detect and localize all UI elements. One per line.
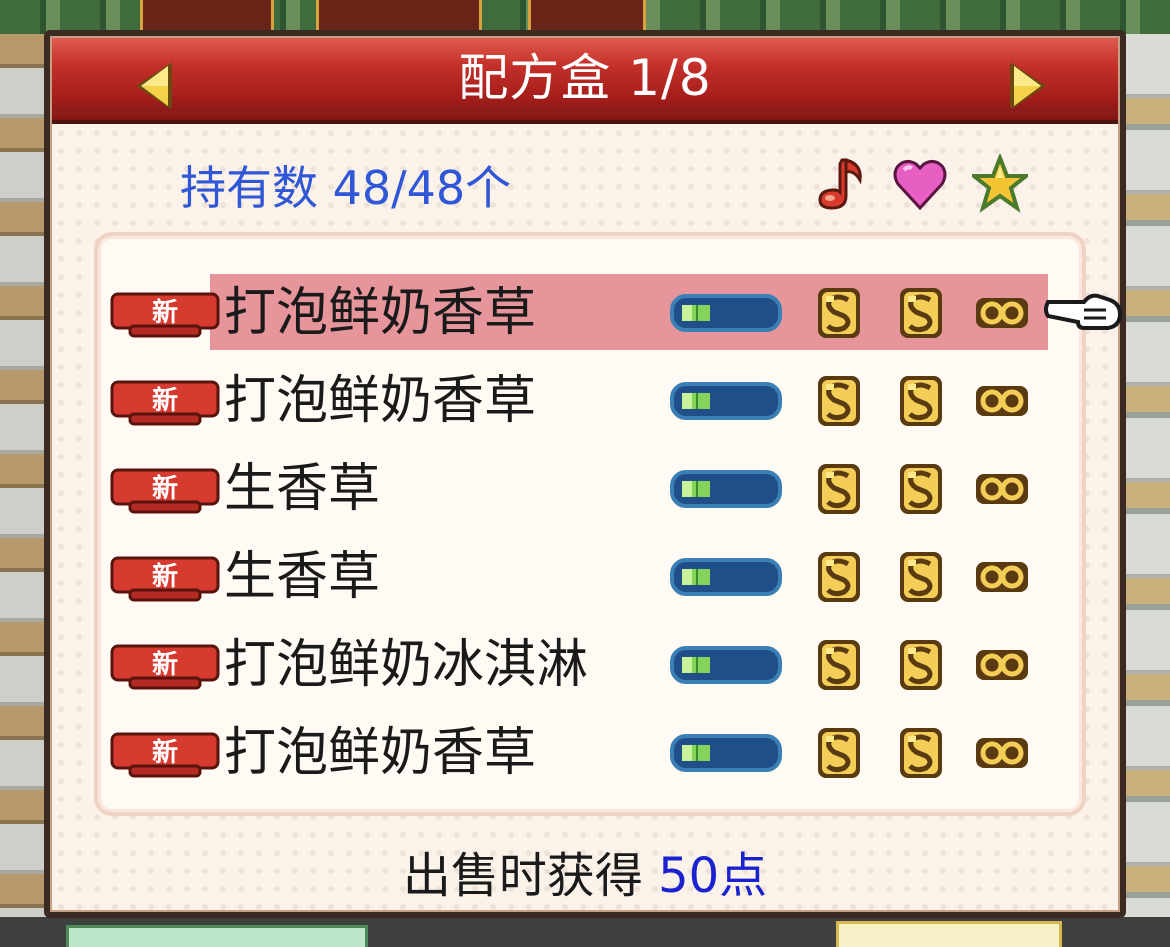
recipe-row[interactable]: 新 生香草	[110, 452, 1110, 526]
new-badge: 新	[110, 642, 220, 692]
new-badge-text: 新	[152, 385, 178, 416]
new-badge: 新	[110, 290, 220, 340]
level-gauge	[670, 468, 782, 510]
dialog-title: 配方盒 1/8	[458, 49, 712, 107]
recipe-name: 生香草	[224, 547, 381, 607]
coin-s-icon	[898, 374, 944, 428]
level-gauge	[670, 380, 782, 422]
coin-s-icon	[816, 286, 862, 340]
level-gauge	[670, 644, 782, 686]
coin-s-icon	[898, 550, 944, 604]
sell-info: 出售时获得 50点	[52, 836, 1118, 906]
recipe-list: 新打泡鲜奶香草新打泡鲜奶香草新生香草新生香草新打泡鲜奶冰淇淋新打泡鲜奶香草	[94, 232, 1086, 816]
new-badge: 新	[110, 730, 220, 780]
new-badge: 新	[110, 554, 220, 604]
dialog-body: 配方盒 1/8 持有数 48/48个 新 打泡鲜奶香草 新 打泡鲜奶香草 新 生…	[50, 36, 1120, 912]
owned-count: 持有数 48/48个	[180, 161, 512, 215]
sell-label: 出售时获得	[402, 848, 643, 904]
coin-s-icon	[816, 462, 862, 516]
heart-icon	[892, 154, 948, 214]
background-button-yellow	[836, 921, 1062, 947]
next-page-button[interactable]	[1006, 58, 1050, 114]
new-badge-text: 新	[152, 561, 178, 592]
coin-s-icon	[816, 638, 862, 692]
infinity-icon	[974, 472, 1030, 506]
new-badge-text: 新	[152, 737, 178, 768]
recipe-row[interactable]: 新 生香草	[110, 540, 1110, 614]
recipe-row[interactable]: 新 打泡鲜奶香草	[110, 274, 1110, 350]
sell-points: 50点	[658, 848, 768, 904]
new-badge-text: 新	[152, 649, 178, 680]
recipe-name: 打泡鲜奶香草	[224, 723, 537, 783]
infinity-icon	[974, 384, 1030, 418]
recipe-row[interactable]: 新 打泡鲜奶冰淇淋	[110, 628, 1110, 702]
content-area: 持有数 48/48个 新 打泡鲜奶香草 新 打泡鲜奶香草 新 生香草 新 生香草…	[52, 124, 1118, 910]
recipe-name: 打泡鲜奶香草	[224, 371, 537, 431]
coin-s-icon	[898, 726, 944, 780]
background-left-shop	[0, 34, 48, 947]
level-gauge	[670, 292, 782, 334]
level-gauge	[670, 732, 782, 774]
title-bar: 配方盒 1/8	[52, 38, 1118, 124]
infinity-icon	[974, 736, 1030, 770]
background-button-green	[66, 925, 368, 947]
coin-s-icon	[816, 550, 862, 604]
level-gauge	[670, 556, 782, 598]
infinity-icon	[974, 296, 1030, 330]
background-bottom-bar	[0, 917, 1170, 947]
music-note-icon	[812, 154, 868, 214]
coin-s-icon	[898, 462, 944, 516]
new-badge: 新	[110, 466, 220, 516]
recipe-type-icons	[812, 152, 1032, 214]
coin-s-icon	[898, 286, 944, 340]
new-badge-text: 新	[152, 297, 178, 328]
recipe-row[interactable]: 新 打泡鲜奶香草	[110, 364, 1110, 438]
triangle-right-icon	[1010, 62, 1046, 110]
recipe-name: 打泡鲜奶冰淇淋	[224, 635, 589, 695]
coin-s-icon	[898, 638, 944, 692]
coin-s-icon	[816, 726, 862, 780]
coin-s-icon	[816, 374, 862, 428]
new-badge-text: 新	[152, 473, 178, 504]
recipe-name: 生香草	[224, 459, 381, 519]
star-icon	[968, 152, 1032, 214]
infinity-icon	[974, 648, 1030, 682]
recipe-name: 打泡鲜奶香草	[224, 283, 537, 343]
recipe-row[interactable]: 新 打泡鲜奶香草	[110, 716, 1110, 790]
hand-pointer-icon	[1044, 284, 1124, 334]
new-badge: 新	[110, 378, 220, 428]
recipe-box-dialog: 配方盒 1/8 持有数 48/48个 新 打泡鲜奶香草 新 打泡鲜奶香草 新 生…	[44, 30, 1126, 918]
infinity-icon	[974, 560, 1030, 594]
